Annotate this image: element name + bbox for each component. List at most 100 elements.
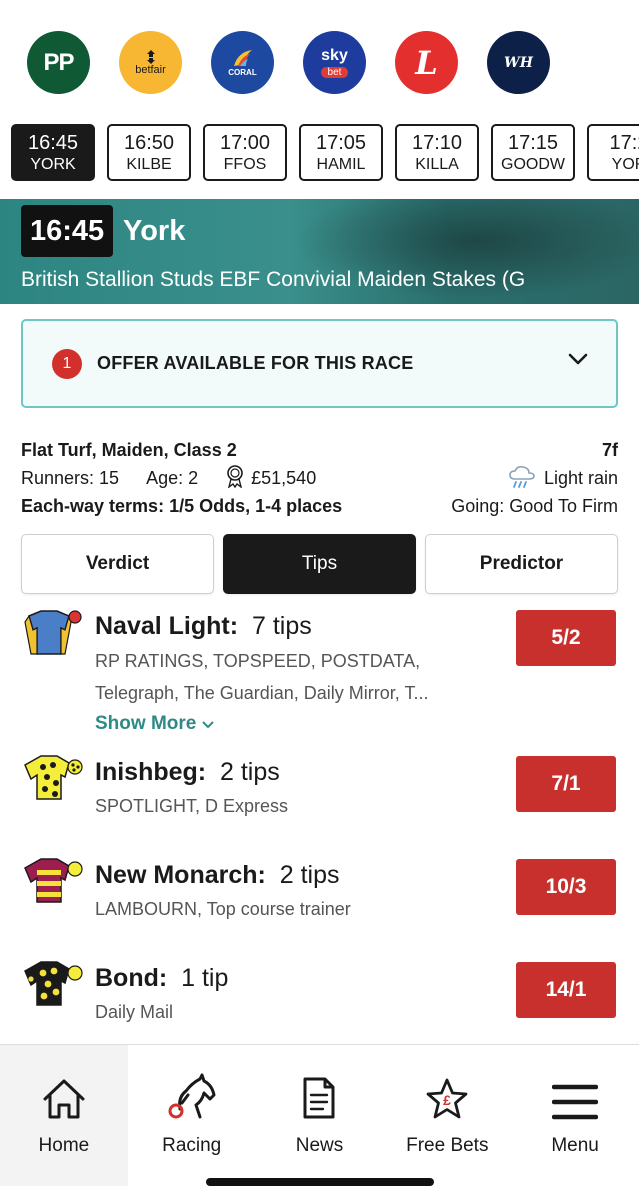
tip-count: 1 tip [181,964,229,992]
race-tab[interactable]: 17:05 HAMIL [299,124,383,181]
rain-cloud-icon [509,466,535,488]
race-time: 16:45 [21,205,114,257]
race-tab-time: 17:10 [411,132,463,154]
nav-label: Menu [551,1135,599,1156]
coral-flame-icon [233,50,252,66]
jockey-silk-icon [24,755,83,800]
bookmaker-logos: PP betfair CORAL sky bet L WH [27,31,550,94]
nav-home[interactable]: Home [0,1045,128,1186]
race-tab[interactable]: 17:2 YOR [587,124,639,181]
weather-text: Light rain [543,468,618,488]
william-hill-text: WH [504,54,533,71]
offer-count-badge: 1 [52,348,82,379]
nav-menu[interactable]: Menu [511,1045,639,1186]
betfair-text: betfair [135,63,166,76]
document-icon [303,1077,335,1119]
tip-sources: Telegraph, The Guardian, Daily Mirror, T… [95,683,429,703]
tip-sources: SPOTLIGHT, D Express [95,796,289,816]
skybet-logo[interactable]: sky bet [303,31,366,94]
sky-text: sky [321,47,348,64]
chevron-down-icon [201,721,214,729]
paddy-power-text: PP [43,48,74,76]
bet-text: bet [320,67,349,78]
race-tab[interactable]: 17:00 FFOS [203,124,287,181]
prize-money: £51,540 [251,468,317,488]
betfair-arrows-icon [146,49,155,64]
race-type: Flat Turf, Maiden, Class 2 [21,440,237,460]
william-hill-logo[interactable]: WH [487,31,550,94]
race-tab-course: KILLA [415,156,459,173]
race-tab-course: FFOS [223,156,267,173]
tip-count: 2 tips [279,861,340,889]
tips-button[interactable]: Tips [223,534,416,594]
tip-sources: LAMBOURN, Top course trainer [95,899,351,919]
tip-horse: New Monarch: 2 tips [95,859,340,891]
race-view-switcher: Verdict Tips Predictor [21,534,618,594]
race-tab-course: GOODW [501,156,565,173]
odds-button[interactable]: 7/1 [516,756,616,812]
race-tab[interactable]: 17:15 GOODW [491,124,575,181]
race-tab-time: 17:05 [315,132,367,154]
age: Age: 2 [146,468,199,488]
tip-horse: Naval Light: 7 tips [95,610,312,642]
bottom-nav: Home Racing News £ Free Bets Menu [0,1044,639,1186]
offer-expander[interactable]: 1 OFFER AVAILABLE FOR THIS RACE [21,319,618,408]
odds-button[interactable]: 14/1 [516,962,616,1018]
race-tab-time: 17:00 [219,132,271,154]
horse-name: New Monarch: [95,861,266,889]
horse-icon [168,1073,216,1119]
nav-label: Home [38,1135,90,1156]
tip-sources: Daily Mail [95,1002,174,1022]
coral-text: CORAL [228,68,257,77]
race-tab[interactable]: 16:50 KILBE [107,124,191,181]
each-way-label: Each-way terms: [21,496,165,516]
prize-rosette-icon [227,465,243,488]
horse-name: Bond: [95,964,168,992]
coral-logo[interactable]: CORAL [211,31,274,94]
nav-news[interactable]: News [256,1045,384,1186]
home-icon [43,1079,85,1119]
race-tab[interactable]: 17:10 KILLA [395,124,479,181]
betfair-logo[interactable]: betfair [119,31,182,94]
tip-horse: Inishbeg: 2 tips [95,756,280,788]
verdict-button[interactable]: Verdict [21,534,214,594]
race-name: British Stallion Studs EBF Convivial Mai… [21,268,526,291]
odds-button[interactable]: 10/3 [516,859,616,915]
each-way-terms: 1/5 Odds, 1-4 places [169,496,343,516]
ladbrokes-text: L [415,43,438,82]
runners: Runners: 15 [21,468,120,488]
horse-name: Inishbeg: [95,758,207,786]
nav-free-bets[interactable]: £ Free Bets [383,1045,511,1186]
race-tab-time: 17:2 [609,132,639,154]
race-tab-course: HAMIL [316,156,366,173]
star-pound-icon: £ [426,1078,468,1119]
nav-label: Free Bets [406,1135,489,1156]
svg-text:£: £ [443,1092,451,1108]
horse-name: Naval Light: [95,612,239,640]
race-tab-time: 16:45 [27,132,79,154]
show-more-label: Show More [95,713,197,734]
race-tab-time: 17:15 [507,132,559,154]
race-course: York [123,215,186,247]
offer-text: OFFER AVAILABLE FOR THIS RACE [97,353,414,373]
race-info-row: Runners: 15 Age: 2 £51,540 Light rain [21,464,618,492]
home-indicator [206,1178,434,1186]
nav-racing[interactable]: Racing [128,1045,256,1186]
race-tab-course: YOR [611,156,639,173]
ladbrokes-logo[interactable]: L [395,31,458,94]
race-info-row: Flat Turf, Maiden, Class 2 7f [21,436,618,464]
going: Going: Good To Firm [451,496,618,516]
tip-sources: RP RATINGS, TOPSPEED, POSTDATA, [95,651,421,671]
jockey-silk-icon [24,961,83,1006]
tip-count: 2 tips [220,758,280,786]
paddy-power-logo[interactable]: PP [27,31,90,94]
predictor-button[interactable]: Predictor [425,534,618,594]
race-distance: 7f [601,440,618,460]
odds-button[interactable]: 5/2 [516,610,616,666]
race-info-row: Each-way terms: 1/5 Odds, 1-4 places Goi… [21,492,618,520]
show-more-link[interactable]: Show More [95,710,214,738]
tip-count: 7 tips [251,612,312,640]
tip-horse: Bond: 1 tip [95,962,228,994]
race-tab[interactable]: 16:45 YORK [11,124,95,181]
race-time-tabs: 16:45 YORK 16:50 KILBE 17:00 FFOS 17:05 HAMI… [11,124,639,182]
